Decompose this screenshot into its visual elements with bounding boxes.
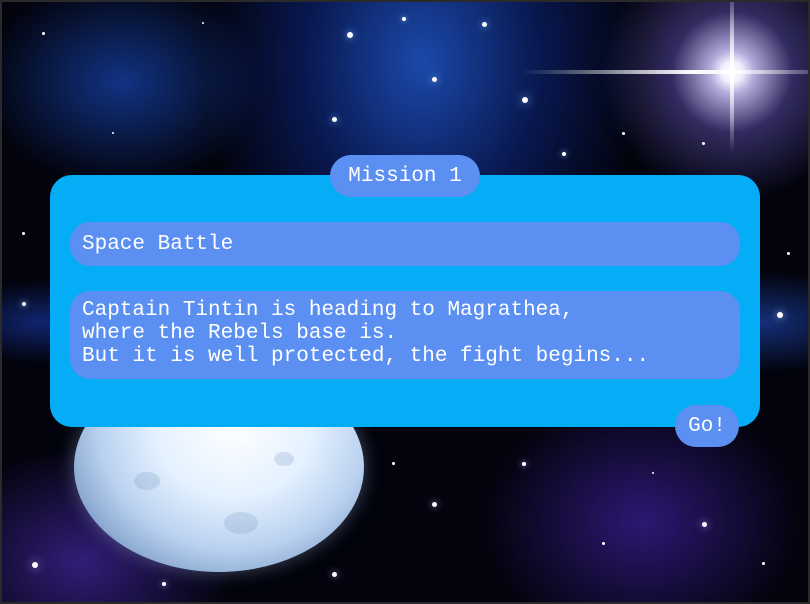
go-button-label: Go! bbox=[688, 414, 726, 438]
mission-description-line: Captain Tintin is heading to Magrathea, bbox=[82, 299, 574, 322]
mission-title-box: Space Battle bbox=[70, 222, 740, 266]
star bbox=[522, 462, 526, 466]
star bbox=[787, 252, 790, 255]
star bbox=[652, 472, 654, 474]
star bbox=[622, 132, 625, 135]
star bbox=[602, 542, 605, 545]
star-flare-vertical bbox=[730, 2, 734, 152]
moon-crater bbox=[224, 512, 258, 534]
star bbox=[777, 312, 783, 318]
star bbox=[702, 522, 707, 527]
mission-description-line: where the Rebels base is. bbox=[82, 322, 398, 345]
star bbox=[347, 32, 353, 38]
star bbox=[332, 572, 337, 577]
moon-crater bbox=[274, 452, 294, 466]
star bbox=[402, 17, 406, 21]
star bbox=[562, 152, 566, 156]
star bbox=[482, 22, 487, 27]
moon-crater bbox=[134, 472, 160, 490]
star-flare bbox=[522, 70, 808, 74]
star bbox=[432, 502, 437, 507]
mission-label-text: Mission 1 bbox=[348, 164, 462, 188]
star bbox=[162, 582, 166, 586]
star bbox=[332, 117, 337, 122]
mission-title: Space Battle bbox=[82, 232, 234, 256]
star bbox=[22, 232, 25, 235]
star bbox=[702, 142, 705, 145]
mission-description-line: But it is well protected, the fight begi… bbox=[82, 345, 650, 368]
star bbox=[762, 562, 765, 565]
star bbox=[42, 32, 45, 35]
star bbox=[522, 97, 528, 103]
star bbox=[202, 22, 204, 24]
star bbox=[392, 462, 395, 465]
star bbox=[22, 302, 26, 306]
star bbox=[32, 562, 38, 568]
star bbox=[432, 77, 437, 82]
mission-label: Mission 1 bbox=[330, 155, 480, 197]
star bbox=[112, 132, 114, 134]
go-button[interactable]: Go! bbox=[675, 405, 739, 447]
mission-description-box: Captain Tintin is heading to Magrathea, … bbox=[70, 291, 740, 379]
